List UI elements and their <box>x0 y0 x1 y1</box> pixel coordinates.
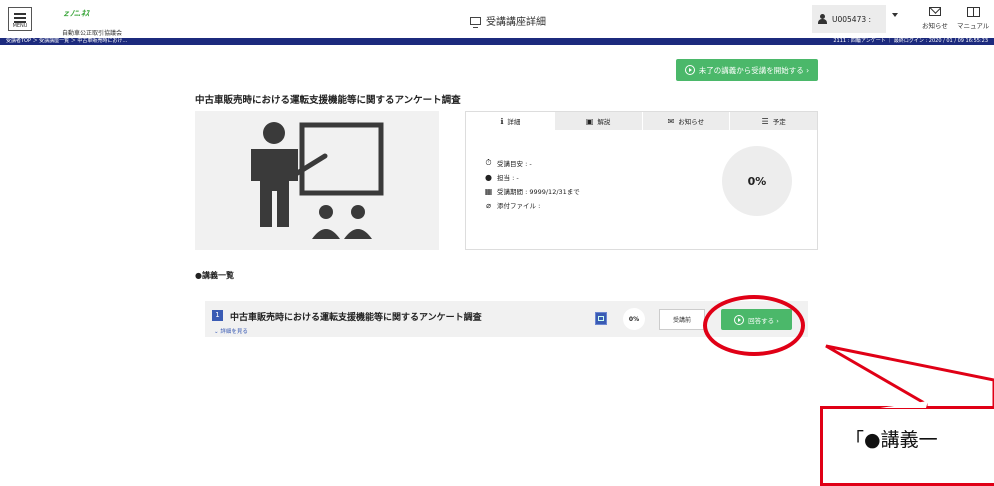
callout-text: 「●講義一 <box>845 429 938 451</box>
tab-explanation-label: 解説 <box>597 118 611 126</box>
breadcrumb[interactable]: 受講者TOP ＞ 受講講座一覧 ＞ 中古車販売時におけ… <box>6 38 127 45</box>
mail-icon <box>928 7 941 16</box>
menu-icon-bar <box>14 17 26 19</box>
notifications-label: お知らせ <box>922 22 948 30</box>
lecture-progress: 0% <box>623 308 645 330</box>
mail-icon: ✉ <box>667 116 675 126</box>
status-text: 受講前 <box>672 317 691 324</box>
info-icon: ℹ <box>500 116 504 126</box>
course-progress-text: 0% <box>747 174 767 188</box>
manual-button[interactable]: マニュアル <box>957 7 989 30</box>
monitor-icon <box>470 16 481 28</box>
org-name: 自動車公正取引協議会 <box>62 30 123 37</box>
status-badge: 受講前 <box>659 309 705 330</box>
logo: ｚﾉﾆ.ﾈｽ <box>62 9 90 18</box>
paperclip-icon: ⌀ <box>486 200 491 210</box>
course-details-panel: ℹ 詳細 ▣ 解説 ✉ お知らせ ☰ 予定 ⏱ 受講目安 : - ● 担当 : … <box>465 111 818 250</box>
chevron-down-icon[interactable] <box>892 13 898 17</box>
user-id: U005473 : <box>832 15 872 24</box>
clock-icon: ⏱ <box>485 158 492 167</box>
tab-details[interactable]: ℹ 詳細 <box>466 112 554 130</box>
notifications-button[interactable]: お知らせ <box>922 7 948 30</box>
header: MENU ｚﾉﾆ.ﾈｽ 自動車公正取引協議会 受講講座詳細 U005473 : … <box>0 0 994 38</box>
tab-notices-label: お知らせ <box>678 118 705 126</box>
tab-explanation[interactable]: ▣ 解説 <box>553 112 642 130</box>
instructor-text: 担当 : - <box>497 174 519 182</box>
answer-button[interactable]: 回答する › <box>721 309 792 330</box>
info-instructor: ● 担当 : - <box>484 170 580 184</box>
tab-notices[interactable]: ✉ お知らせ <box>641 112 730 130</box>
show-details-link[interactable]: ⌄ 詳細を見る <box>214 327 248 335</box>
list-item: 1 中古車販売時における運転支援機能等に関するアンケート調査 ⌄ 詳細を見る 0… <box>205 301 808 337</box>
user-icon: ● <box>485 172 492 182</box>
list-icon: ☰ <box>761 116 769 126</box>
lecture-list-heading: ●講義一覧 <box>195 271 234 280</box>
info-duration: ⏱ 受講目安 : - <box>484 156 580 170</box>
play-circle-icon <box>734 314 745 325</box>
tab-schedule-label: 予定 <box>772 118 786 126</box>
page-title: 受講講座詳細 <box>470 13 546 28</box>
tab-schedule[interactable]: ☰ 予定 <box>729 112 817 130</box>
navbar: 受講者TOP ＞ 受講講座一覧 ＞ 中古車販売時におけ… 2111 : 四輪アン… <box>0 38 994 45</box>
details-tabs: ℹ 詳細 ▣ 解説 ✉ お知らせ ☰ 予定 <box>466 112 817 130</box>
tab-details-label: 詳細 <box>507 118 521 126</box>
course-title: 中古車販売時における運転支援機能等に関するアンケート調査 <box>195 95 461 106</box>
menu-button[interactable]: MENU <box>8 7 32 31</box>
chevron-down-icon: ⌄ <box>214 329 219 335</box>
menu-label: MENU <box>12 23 28 29</box>
info-period: ▦ 受講期間 : 9999/12/31まで <box>484 184 580 198</box>
user-menu[interactable]: U005473 : <box>812 5 886 33</box>
manual-label: マニュアル <box>957 22 990 30</box>
lecture-number-badge: 1 <box>212 310 223 321</box>
period-text: 受講期間 : 9999/12/31まで <box>497 188 580 196</box>
course-illustration <box>195 111 439 250</box>
book-icon <box>966 7 980 17</box>
attachments-text: 添付ファイル : <box>497 202 541 210</box>
duration-text: 受講目安 : - <box>497 160 532 168</box>
calendar-icon: ▦ <box>484 186 493 196</box>
survey-document-icon <box>595 312 607 325</box>
course-info: ⏱ 受講目安 : - ● 担当 : - ▦ 受講期間 : 9999/12/31ま… <box>484 156 580 212</box>
user-icon <box>818 14 827 24</box>
play-circle-icon <box>684 65 695 75</box>
lecture-title: 中古車販売時における運転支援機能等に関するアンケート調査 <box>230 313 482 323</box>
presenter-icon <box>251 122 384 239</box>
show-details-label: 詳細を見る <box>220 329 248 335</box>
start-button-label: 未了の講義から受講を開始する › <box>698 65 810 75</box>
session-info: 2111 : 四輪アンケート ｜ 最終ログイン : 2020 / 01 / 09… <box>833 38 988 44</box>
start-unfinished-lecture-button[interactable]: 未了の講義から受講を開始する › <box>676 59 818 81</box>
info-attachments: ⌀ 添付ファイル : <box>484 198 580 212</box>
lecture-list: 1 中古車販売時における運転支援機能等に関するアンケート調査 ⌄ 詳細を見る 0… <box>195 292 818 355</box>
page-title-text: 受講講座詳細 <box>486 17 546 28</box>
document-icon: ▣ <box>585 116 594 126</box>
course-progress: 0% <box>722 146 792 216</box>
menu-icon <box>14 13 26 15</box>
lecture-progress-text: 0% <box>628 315 640 323</box>
answer-button-label: 回答する › <box>748 316 779 325</box>
